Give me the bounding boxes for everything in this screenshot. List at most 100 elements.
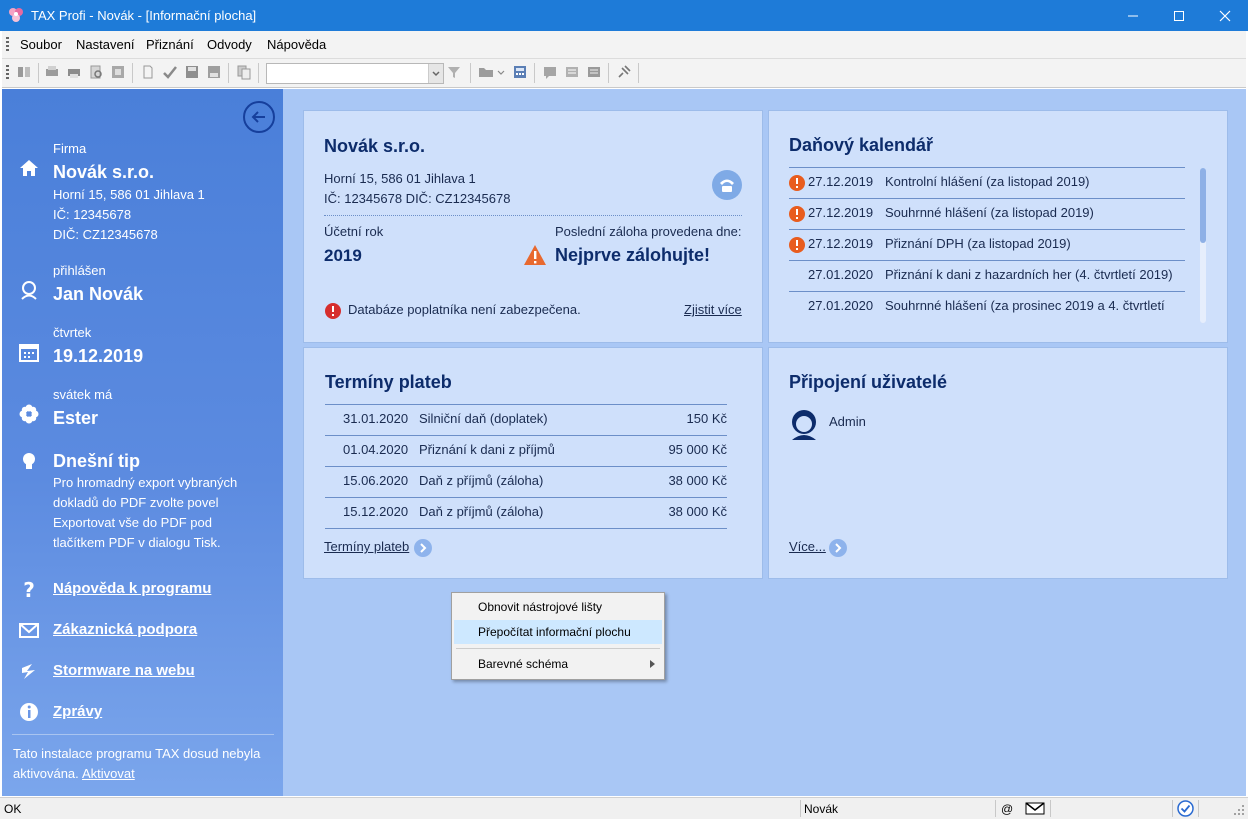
chevron-right-circle-icon[interactable] [828, 538, 848, 558]
calendar-row[interactable]: 27.12.2019 Souhrnné hlášení (za listopad… [769, 198, 1199, 229]
calendar-row[interactable]: 27.01.2020 Souhrnné hlášení (za prosinec… [769, 291, 1199, 322]
title-bar: TAX Profi - Novák - [Informační plocha] [0, 0, 1248, 31]
menu-odvody[interactable]: Odvody [207, 37, 252, 52]
help-link[interactable]: Nápověda k programu [53, 580, 211, 597]
comment-icon[interactable] [542, 64, 558, 80]
company-card-address: Horní 15, 586 01 Jihlava 1 [324, 171, 476, 186]
day-label: čtvrtek [53, 325, 92, 340]
toolbar-separator [38, 63, 39, 83]
calendar-text: Přiznání DPH (za listopad 2019) [885, 236, 1071, 251]
payment-row[interactable]: 15.12.2020 Daň z příjmů (záloha) 38 000 … [304, 497, 744, 528]
users-title: Připojení uživatelé [789, 372, 948, 392]
agenda-icon[interactable] [16, 64, 32, 80]
filter-icon[interactable] [446, 64, 462, 80]
status-separator [1050, 800, 1051, 817]
scrollbar-thumb[interactable] [1200, 168, 1206, 243]
print-icon[interactable] [66, 64, 82, 80]
payment-date: 15.06.2020 [343, 473, 409, 488]
payment-row[interactable]: 15.06.2020 Daň z příjmů (záloha) 38 000 … [304, 466, 744, 497]
menu-priznani[interactable]: Přiznání [146, 37, 194, 52]
new-doc-icon[interactable] [140, 64, 156, 80]
calendar-scrollbar[interactable] [1200, 168, 1206, 323]
envelope-icon [19, 623, 39, 638]
ctx-refresh-toolbars[interactable]: Obnovit nástrojové lišty [454, 595, 662, 619]
calendar-row[interactable]: 27.12.2019 Přiznání DPH (za listopad 201… [769, 229, 1199, 260]
left-panel: Firma Novák s.r.o. Horní 15, 586 01 Jihl… [2, 89, 283, 796]
calendar-text: Souhrnné hlášení (za listopad 2019) [885, 205, 1094, 220]
chevron-down-icon[interactable] [428, 64, 443, 83]
maximize-button[interactable] [1156, 0, 1202, 31]
messages-link[interactable]: Zprávy [53, 703, 102, 720]
arrow-left-circle-icon [251, 111, 265, 123]
year-label: Účetní rok [324, 224, 384, 239]
payment-row[interactable]: 31.01.2020 Silniční daň (doplatek) 150 K… [304, 404, 744, 435]
print-preview-icon[interactable] [44, 64, 60, 80]
connected-user: Admin [829, 414, 866, 429]
status-separator [800, 800, 801, 817]
payments-title: Termíny plateb [325, 372, 452, 392]
tip-line: Pro hromadný export vybraných [53, 475, 238, 490]
chevron-down-icon[interactable] [496, 64, 506, 80]
payment-amount: 150 Kč [686, 411, 727, 426]
payment-date: 01.04.2020 [343, 442, 409, 457]
users-card: Připojení uživatelé Admin Více... [768, 347, 1228, 579]
save-all-icon[interactable] [206, 64, 222, 80]
tip-title: Dnešní tip [53, 451, 141, 471]
toolbar-combo[interactable] [266, 63, 444, 84]
payment-row[interactable]: 01.04.2020 Přiznání k dani z příjmů 95 0… [304, 435, 744, 466]
copy-icon[interactable] [236, 64, 252, 80]
calendar-date: 27.01.2020 [808, 298, 874, 313]
menu-soubor[interactable]: Soubor [20, 37, 62, 52]
status-user: Novák [804, 802, 839, 816]
menu-napoveda[interactable]: Nápověda [267, 37, 326, 52]
status-separator [995, 800, 996, 817]
check-icon[interactable] [162, 64, 178, 80]
phone-button[interactable] [712, 170, 742, 200]
calendar-row[interactable]: 27.01.2020 Přiznání k dani z hazardních … [769, 260, 1199, 291]
tip-line: Exportovat vše do PDF pod [53, 515, 212, 530]
export-icon[interactable] [110, 64, 126, 80]
minimize-button[interactable] [1110, 0, 1156, 31]
mail-status-icon[interactable] [1025, 802, 1045, 815]
back-button[interactable] [243, 101, 275, 133]
payments-link[interactable]: Termíny plateb [324, 539, 409, 554]
calendar-row[interactable]: 27.12.2019 Kontrolní hlášení (za listopa… [769, 167, 1199, 198]
menubar-grip[interactable] [6, 37, 9, 52]
chevron-right-circle-icon[interactable] [413, 538, 433, 558]
calculator-icon[interactable] [512, 64, 528, 80]
support-link[interactable]: Zákaznická podpora [53, 621, 197, 638]
payment-name: Silniční daň (doplatek) [419, 411, 548, 426]
close-button[interactable] [1202, 0, 1248, 31]
status-separator [1198, 800, 1199, 817]
users-more-link[interactable]: Více... [789, 539, 826, 554]
notes-icon[interactable] [586, 64, 602, 80]
company-card-ids: IČ: 12345678 DIČ: CZ12345678 [324, 191, 511, 206]
question-icon: ? [23, 578, 35, 600]
ctx-color-scheme[interactable]: Barevné schéma [454, 652, 662, 676]
activate-link[interactable]: Aktivovat [82, 764, 135, 784]
tax-calendar-title: Daňový kalendář [789, 135, 934, 155]
toolbar-grip[interactable] [6, 65, 9, 80]
save-icon[interactable] [184, 64, 200, 80]
toolbar [2, 59, 1246, 88]
list-icon[interactable] [564, 64, 580, 80]
toolbar-separator [258, 63, 259, 83]
status-separator [1172, 800, 1173, 817]
menu-nastaveni[interactable]: Nastavení [76, 37, 135, 52]
calendar-text: Přiznání k dani z hazardních her (4. čtv… [885, 267, 1173, 282]
folder-icon[interactable] [478, 64, 494, 80]
resize-grip-icon[interactable] [1233, 804, 1245, 816]
web-link[interactable]: Stormware na webu [53, 662, 195, 679]
info-icon [20, 703, 38, 721]
more-info-link[interactable]: Zjistit více [684, 302, 742, 317]
company-label: Firma [53, 141, 87, 156]
check-circle-icon[interactable] [1177, 800, 1194, 817]
payment-date: 15.12.2020 [343, 504, 409, 519]
status-bar: OK Novák @ [0, 797, 1248, 819]
row-divider [325, 528, 727, 529]
search-doc-icon[interactable] [88, 64, 104, 80]
pin-icon[interactable] [616, 64, 632, 80]
lightbulb-icon [23, 453, 35, 469]
user-icon [792, 410, 816, 440]
ctx-recalculate[interactable]: Přepočítat informační plochu [454, 620, 662, 644]
